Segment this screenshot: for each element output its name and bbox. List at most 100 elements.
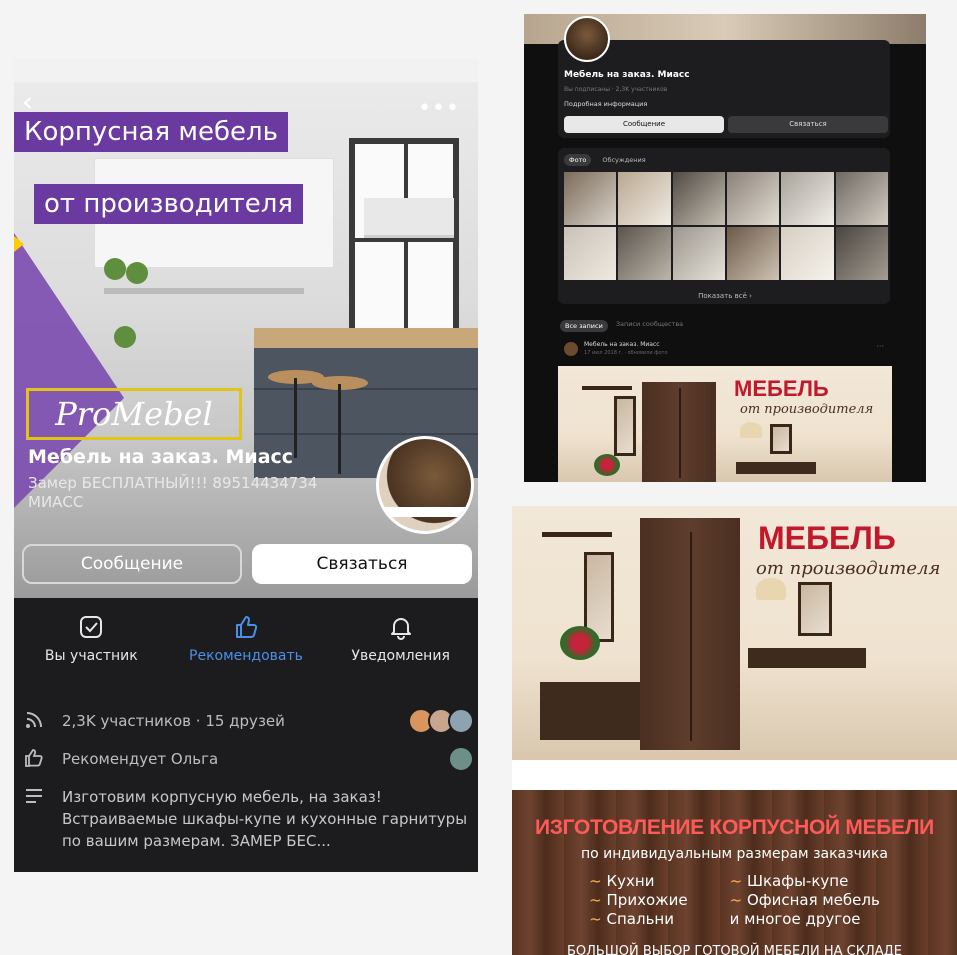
ad-image-panel: МЕБЕЛЬ от производителя ИЗГОТОВЛЕНИЕ КОР… bbox=[512, 506, 957, 955]
product-item: ~ Шкафы-купе bbox=[729, 872, 849, 890]
friends-avatars[interactable] bbox=[408, 708, 474, 734]
product-column-2: ~ Шкафы-купе ~ Офисная мебель и многое д… bbox=[730, 872, 880, 929]
tab-photos[interactable]: Фото bbox=[564, 154, 592, 166]
action-bar: Вы участник Рекомендовать Уведомления bbox=[14, 608, 478, 688]
check-square-icon bbox=[80, 616, 103, 638]
decor-hanger bbox=[542, 532, 612, 537]
cover-image: ‹ ••• Корпусная мебель от производителя … bbox=[14, 58, 478, 598]
photo-thumb[interactable] bbox=[618, 227, 671, 280]
decor-shelf bbox=[104, 288, 304, 294]
decor-seam bbox=[690, 531, 692, 741]
product-column-1: ~ Кухни ~ Прихожие ~ Спальни bbox=[589, 872, 687, 929]
tab-all-posts[interactable]: Все записи bbox=[560, 320, 608, 332]
decor-seam bbox=[679, 388, 681, 478]
tab-community-posts[interactable]: Записи сообщества bbox=[616, 320, 683, 332]
photo-thumb[interactable] bbox=[726, 172, 780, 225]
more-icon[interactable]: ••• bbox=[418, 96, 460, 121]
photo-thumb[interactable] bbox=[726, 227, 780, 280]
bell-icon bbox=[390, 618, 411, 640]
ad-title: МЕБЕЛЬ bbox=[734, 376, 829, 401]
notifications-action[interactable]: Уведомления bbox=[326, 608, 476, 688]
decor-mirror bbox=[798, 582, 832, 636]
product-item: ~ Спальни bbox=[589, 910, 674, 928]
recommends-text: Рекомендует Ольга bbox=[62, 750, 219, 768]
group-name: Мебель на заказ. Миасс bbox=[564, 70, 690, 80]
description-row[interactable]: Изготовим корпусную мебель, на заказ! Вс… bbox=[24, 786, 474, 852]
members-row[interactable]: 2,3K участников · 15 друзей bbox=[24, 708, 474, 734]
decor-stool-leg bbox=[294, 378, 297, 458]
decor-flowers bbox=[594, 454, 620, 476]
show-all-link[interactable]: Показать всё › bbox=[524, 292, 926, 300]
photo-thumb[interactable] bbox=[781, 172, 834, 225]
decor-bench bbox=[540, 682, 640, 740]
decor-table bbox=[748, 648, 866, 668]
recommends-row[interactable]: Рекомендует Ольга bbox=[24, 746, 474, 772]
decor-wardrobe bbox=[640, 518, 740, 750]
avatar[interactable] bbox=[564, 16, 610, 62]
photo-thumb[interactable] bbox=[564, 172, 617, 225]
more-info-link[interactable]: Подробная информация bbox=[564, 100, 647, 108]
notifications-action-label: Уведомления bbox=[351, 648, 450, 664]
ad-title: МЕБЕЛЬ bbox=[758, 520, 896, 556]
decor-hood bbox=[364, 198, 454, 238]
lines-icon bbox=[26, 789, 42, 803]
post-more-icon[interactable]: ··· bbox=[876, 342, 884, 351]
post-avatar[interactable] bbox=[564, 342, 578, 356]
contact-button[interactable]: Связаться bbox=[728, 116, 888, 133]
product-item: ~ Прихожие bbox=[589, 891, 688, 909]
wood-subtitle: по индивидуальным размерам заказчика bbox=[581, 846, 888, 862]
mobile-group-page: ‹ ••• Корпусная мебель от производителя … bbox=[14, 58, 478, 872]
ad-photo: МЕБЕЛЬ от производителя bbox=[512, 506, 957, 760]
thumbs-up-icon bbox=[235, 616, 258, 638]
post-author[interactable]: Мебель на заказ. Миасс bbox=[584, 341, 660, 348]
rss-icon bbox=[26, 712, 42, 728]
message-button[interactable]: Сообщение bbox=[564, 116, 724, 133]
wood-title: ИЗГОТОВЛЕНИЕ КОРПУСНОЙ МЕБЕЛИ bbox=[535, 816, 934, 839]
message-button[interactable]: Сообщение bbox=[22, 544, 242, 584]
product-item: ~ Кухни bbox=[589, 872, 655, 890]
group-name: Мебель на заказ. Миасс bbox=[28, 446, 294, 468]
recommend-action[interactable]: Рекомендовать bbox=[171, 608, 321, 688]
photo-thumb[interactable] bbox=[618, 172, 671, 225]
group-status: Замер БЕСПЛАТНЫЙ!!! 89514434734 МИАСС bbox=[28, 474, 318, 511]
brand-logo: ProMebel bbox=[26, 388, 242, 440]
photo-thumb[interactable] bbox=[835, 227, 888, 280]
member-action[interactable]: Вы участник bbox=[16, 608, 166, 688]
description-text: Изготовим корпусную мебель, на заказ! Вс… bbox=[62, 788, 468, 850]
decor-mirror bbox=[770, 424, 792, 454]
product-item: ~ Офисная мебель bbox=[729, 891, 880, 909]
contact-button[interactable]: Связаться bbox=[252, 544, 472, 584]
thumbs-up-icon bbox=[25, 749, 43, 767]
decor-lamp bbox=[740, 422, 762, 438]
photo-thumb[interactable] bbox=[835, 172, 888, 225]
post-ad-image[interactable]: МЕБЕЛЬ от производителя bbox=[558, 366, 892, 482]
decor-table bbox=[736, 462, 816, 474]
product-columns: ~ Кухни ~ Прихожие ~ Спальни ~ Шкафы-куп… bbox=[512, 872, 957, 929]
decor-mirror bbox=[614, 396, 636, 456]
friend-avatar bbox=[448, 708, 474, 734]
recommender-avatar[interactable] bbox=[448, 746, 474, 772]
photo-tabs: Фото Обсуждения bbox=[564, 154, 651, 166]
photo-grid bbox=[564, 172, 888, 280]
wood-footer: БОЛЬШОЙ ВЫБОР ГОТОВОЙ МЕБЕЛИ НА СКЛАДЕ bbox=[566, 944, 903, 955]
decor-flowers bbox=[560, 626, 600, 660]
ad-subtitle: от производителя bbox=[740, 402, 874, 417]
photo-thumb[interactable] bbox=[564, 227, 617, 280]
tab-discussions[interactable]: Обсуждения bbox=[597, 154, 650, 166]
member-action-label: Вы участник bbox=[44, 648, 138, 664]
decor-counter bbox=[254, 328, 478, 348]
photo-thumb[interactable] bbox=[672, 227, 725, 280]
product-item: и многое другое bbox=[729, 910, 861, 928]
friend-avatar bbox=[448, 746, 474, 772]
screenshot-collage: ‹ ••• Корпусная мебель от производителя … bbox=[0, 0, 957, 955]
feed-tabs: Все записи Записи сообщества bbox=[560, 320, 683, 332]
decor-stool-leg bbox=[338, 384, 341, 474]
decor-yellow-triangle bbox=[14, 236, 24, 252]
recommend-action-label: Рекомендовать bbox=[189, 648, 303, 664]
dark-group-page: Мебель на заказ. Миасс Вы подписаны · 2,… bbox=[524, 14, 926, 482]
decor-wardrobe bbox=[642, 382, 716, 482]
decor-window bbox=[349, 138, 459, 338]
photo-thumb[interactable] bbox=[672, 172, 725, 225]
avatar[interactable] bbox=[376, 436, 474, 534]
photo-thumb[interactable] bbox=[781, 227, 834, 280]
